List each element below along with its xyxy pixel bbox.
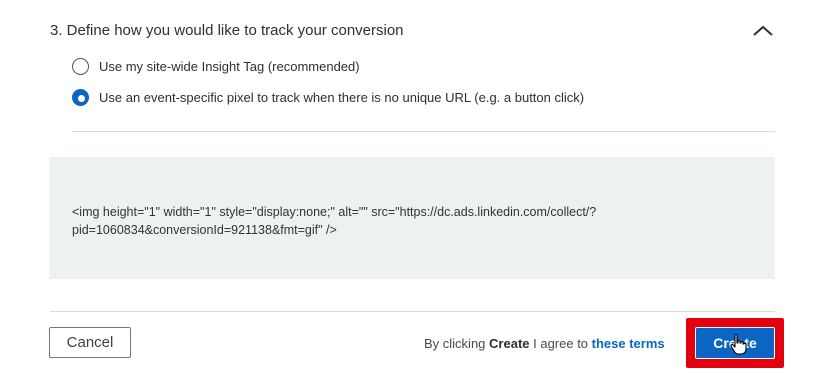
pixel-code-box[interactable]: <img height="1" width="1" style="display… (49, 157, 775, 279)
agree-prefix: By clicking (424, 336, 490, 351)
agree-bold: Create (489, 336, 530, 351)
code-line: <img height="1" width="1" style="display… (72, 205, 597, 219)
option-event-specific-pixel[interactable]: Use an event-specific pixel to track whe… (72, 89, 584, 106)
code-line: pid=1060834&conversionId=921138&fmt=gif"… (72, 223, 337, 237)
divider (50, 311, 775, 312)
chevron-up-icon (753, 25, 773, 36)
agree-middle: I agree to (529, 336, 592, 351)
terms-link[interactable]: these terms (592, 336, 665, 351)
collapse-button[interactable] (748, 20, 778, 42)
section-title: 3. Define how you would like to track yo… (50, 22, 404, 39)
radio-button-selected[interactable] (72, 89, 89, 106)
create-button[interactable]: Create (695, 327, 775, 359)
divider (72, 131, 775, 132)
conversion-tracking-panel: 3. Define how you would like to track yo… (0, 0, 823, 375)
cancel-button[interactable]: Cancel (49, 327, 131, 358)
option-label: Use my site-wide Insight Tag (recommende… (99, 59, 360, 74)
radio-button-unselected[interactable] (72, 58, 89, 75)
terms-agreement-text: By clicking Create I agree to these term… (424, 336, 665, 351)
option-label: Use an event-specific pixel to track whe… (99, 90, 585, 105)
option-site-wide-insight-tag[interactable]: Use my site-wide Insight Tag (recommende… (72, 58, 360, 75)
